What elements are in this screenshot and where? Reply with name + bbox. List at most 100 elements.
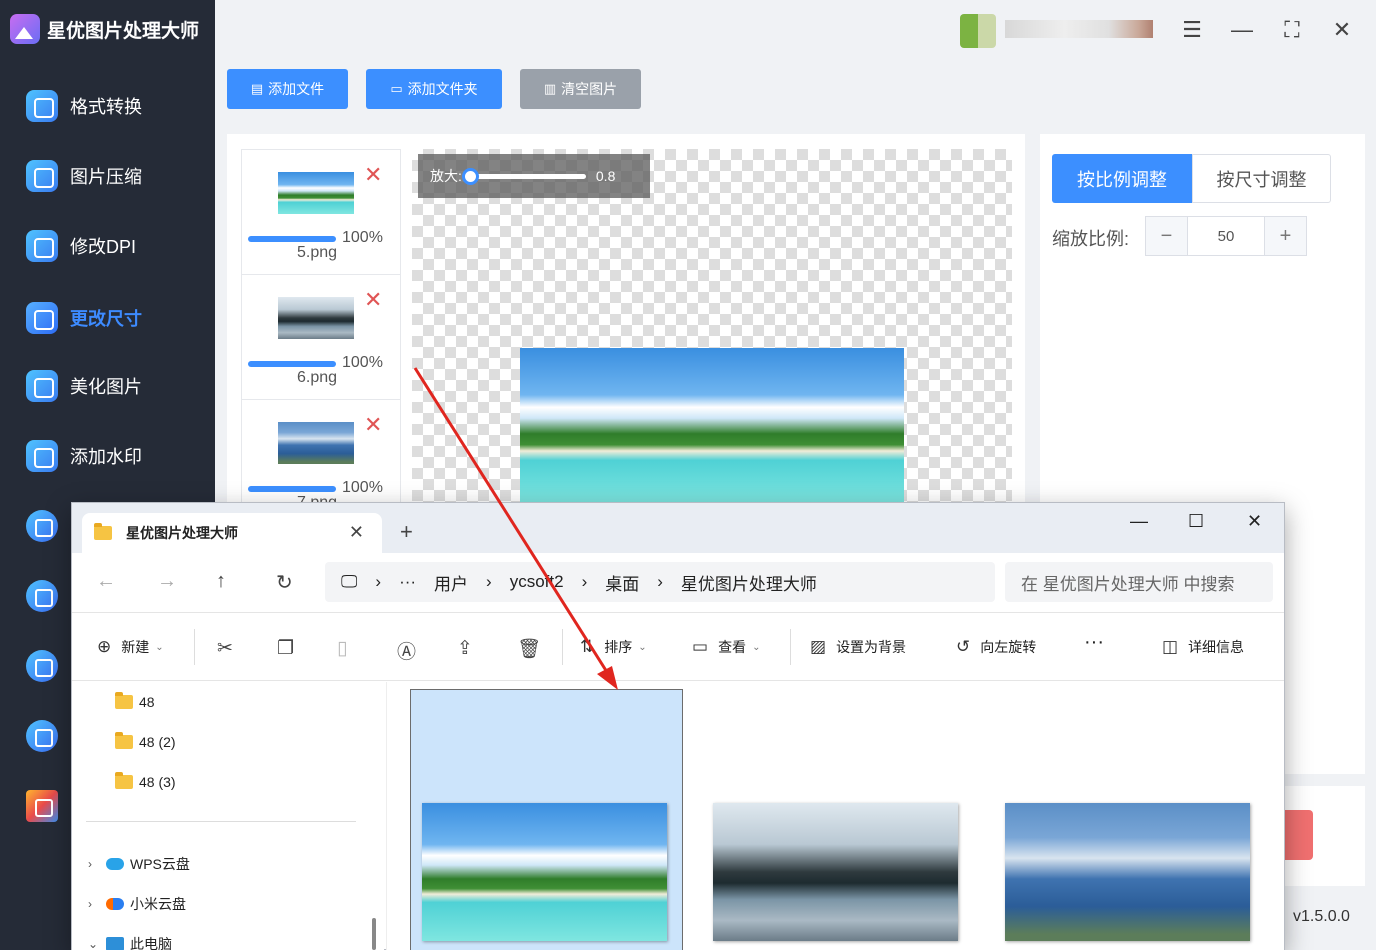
- add-file-button[interactable]: ▤ 添加文件: [227, 69, 348, 109]
- increment-button[interactable]: +: [1265, 217, 1306, 255]
- delete-icon[interactable]: 🗑: [517, 637, 541, 661]
- tree-item-this-pc[interactable]: ⌄ 此电脑: [88, 934, 172, 950]
- remove-icon[interactable]: ✕: [364, 412, 382, 438]
- sidebar-item-compress[interactable]: 图片压缩: [0, 146, 215, 206]
- paste-icon: ▯: [337, 638, 348, 659]
- more-options-icon[interactable]: ···: [1084, 631, 1104, 654]
- progress-bar: [248, 361, 336, 367]
- details-button[interactable]: ◫ 详细信息: [1162, 637, 1244, 657]
- dpi-icon: [26, 230, 58, 262]
- list-item[interactable]: ✕ 100% 5.png: [242, 150, 400, 275]
- tool-icon[interactable]: [26, 580, 58, 612]
- forward-icon[interactable]: →: [157, 570, 177, 593]
- sidebar-item-watermark[interactable]: 添加水印: [0, 426, 215, 486]
- sidebar-item-beautify[interactable]: 美化图片: [0, 356, 215, 416]
- file-name: 6.png: [296, 369, 338, 386]
- file-thumbnail[interactable]: [1005, 803, 1250, 941]
- mode-ratio-tab[interactable]: 按比例调整: [1052, 154, 1192, 203]
- folder-icon: [115, 692, 133, 709]
- address-bar[interactable]: 🖵 › ··· 用户 › ycsoft2 › 桌面 › 星优图片处理大师: [325, 562, 995, 602]
- divider: [790, 629, 791, 665]
- chevron-right-icon[interactable]: ›: [88, 897, 106, 911]
- tree-item-label: 48 (2): [139, 734, 176, 750]
- tree-item[interactable]: 48 (3): [115, 772, 176, 790]
- copy-icon[interactable]: ❐: [277, 637, 294, 660]
- search-input[interactable]: 在 星优图片处理大师 中搜索: [1005, 562, 1273, 602]
- tool-icon[interactable]: [26, 510, 58, 542]
- tree-item-label: WPS云盘: [130, 856, 190, 872]
- edit-icon[interactable]: [26, 650, 58, 682]
- breadcrumb-item[interactable]: 星优图片处理大师: [681, 570, 817, 595]
- file-thumbnail[interactable]: [713, 803, 958, 941]
- tree-item[interactable]: 48: [115, 692, 155, 710]
- new-tab-icon[interactable]: +: [400, 519, 413, 545]
- tree-item[interactable]: 48 (2): [115, 732, 176, 750]
- computer-icon: [106, 937, 124, 950]
- list-item[interactable]: ✕ 100% 6.png: [242, 275, 400, 400]
- tree-item-wps-cloud[interactable]: › WPS云盘: [88, 854, 190, 874]
- sort-button[interactable]: ⇅ 排序 ⌄: [580, 637, 647, 657]
- sidebar-item-label: 添加水印: [70, 447, 142, 467]
- progress-bar: [248, 236, 336, 242]
- zoom-control: 放大: 0.8: [418, 154, 650, 198]
- breadcrumb-item[interactable]: 桌面: [605, 570, 639, 595]
- puzzle-icon[interactable]: [26, 790, 58, 822]
- decrement-button[interactable]: −: [1146, 217, 1187, 255]
- minimize-icon[interactable]: —: [1227, 15, 1257, 45]
- zoom-label: 放大:: [430, 168, 462, 184]
- close-icon[interactable]: ✕: [1247, 511, 1262, 532]
- share-icon[interactable]: ⇪: [457, 637, 473, 660]
- close-icon[interactable]: ✕: [1327, 15, 1357, 45]
- view-button[interactable]: ▭ 查看 ⌄: [692, 637, 760, 657]
- chevron-down-icon[interactable]: ⌄: [88, 937, 106, 950]
- sidebar-item-label: 美化图片: [70, 377, 142, 397]
- explorer-tab[interactable]: 星优图片处理大师 ✕: [82, 513, 382, 553]
- selected-file-tile[interactable]: [410, 689, 683, 950]
- file-icon: ▤: [250, 81, 264, 96]
- add-folder-button[interactable]: ▭ 添加文件夹: [366, 69, 502, 109]
- rotate-left-icon: ↺: [956, 637, 971, 656]
- rename-icon[interactable]: Ⓐ: [397, 637, 416, 664]
- sidebar-item-format-convert[interactable]: 格式转换: [0, 76, 215, 136]
- scrollbar[interactable]: [372, 918, 376, 950]
- compress-icon: [26, 160, 58, 192]
- chevron-right-icon[interactable]: ›: [88, 857, 106, 871]
- folder-icon: [115, 772, 133, 789]
- clear-images-button[interactable]: ▥ 清空图片: [520, 69, 641, 109]
- chevron-right-icon: ›: [657, 572, 663, 591]
- scale-stepper[interactable]: − 50 +: [1145, 216, 1307, 256]
- new-button[interactable]: ⊕ 新建 ⌄: [97, 637, 164, 657]
- file-name: 5.png: [296, 244, 338, 261]
- rotate-left-button[interactable]: ↺ 向左旋转: [956, 637, 1036, 657]
- minimize-icon[interactable]: —: [1130, 511, 1148, 532]
- chevron-down-icon: ⌄: [155, 641, 164, 653]
- settings-sliders-icon[interactable]: ☰: [1177, 15, 1207, 45]
- scale-value[interactable]: 50: [1187, 217, 1265, 255]
- breadcrumb-item[interactable]: 用户: [434, 570, 468, 595]
- crop-icon[interactable]: [26, 720, 58, 752]
- more-path-icon[interactable]: ···: [399, 572, 416, 592]
- cut-icon[interactable]: ✂: [217, 637, 233, 660]
- image-icon: ▨: [810, 637, 827, 656]
- file-thumbnail[interactable]: [422, 803, 667, 941]
- tab-close-icon[interactable]: ✕: [349, 522, 364, 543]
- breadcrumb-item[interactable]: ycsoft2: [510, 572, 564, 592]
- avatar[interactable]: [960, 14, 996, 48]
- maximize-icon[interactable]: ☐: [1188, 511, 1204, 532]
- remove-icon[interactable]: ✕: [364, 162, 382, 188]
- refresh-icon[interactable]: ↻: [276, 570, 293, 595]
- tree-item-label: 此电脑: [130, 936, 172, 950]
- zoom-slider-handle[interactable]: [461, 167, 479, 185]
- mode-size-tab[interactable]: 按尺寸调整: [1192, 154, 1331, 203]
- remove-icon[interactable]: ✕: [364, 287, 382, 313]
- chevron-down-icon: ⌄: [638, 641, 647, 653]
- back-icon[interactable]: ←: [96, 570, 116, 593]
- up-icon[interactable]: ↑: [216, 570, 226, 593]
- zoom-slider[interactable]: [461, 167, 586, 185]
- maximize-icon[interactable]: ⛶: [1277, 15, 1307, 45]
- set-background-button[interactable]: ▨ 设置为背景: [810, 637, 906, 657]
- sidebar-item-resize[interactable]: 更改尺寸: [0, 288, 215, 348]
- sidebar-item-dpi[interactable]: 修改DPI: [0, 216, 215, 276]
- progress-bar: [248, 486, 336, 492]
- tree-item-mi-cloud[interactable]: › 小米云盘: [88, 894, 186, 914]
